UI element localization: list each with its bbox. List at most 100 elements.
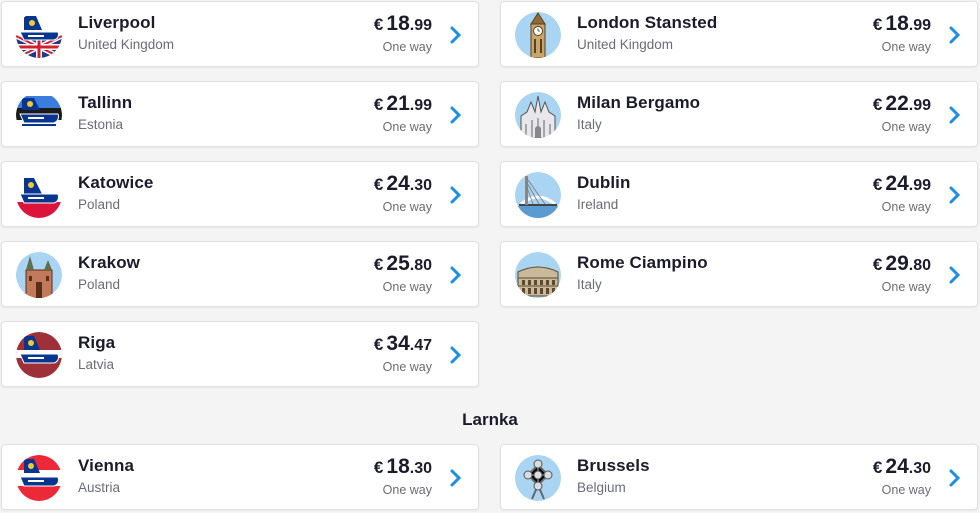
chevron-right-icon[interactable]	[947, 468, 963, 488]
flight-card-london-stansted[interactable]: London Stansted United Kingdom €18.99 On…	[500, 1, 978, 67]
chevron-right-icon[interactable]	[947, 265, 963, 285]
price-decimal: .99	[409, 17, 432, 34]
destination-country: Poland	[78, 197, 121, 212]
ryanair-plane-estonia-flag-icon	[16, 92, 62, 138]
milan-cathedral-icon	[515, 92, 561, 138]
price-integer: 24	[885, 172, 909, 195]
currency-symbol: €	[872, 175, 883, 194]
chevron-right-icon[interactable]	[947, 25, 963, 45]
destination-city: Dublin	[577, 173, 631, 192]
destination-city: Vienna	[78, 456, 135, 475]
chevron-right-icon[interactable]	[448, 105, 464, 125]
fare-price: €21.99	[374, 92, 432, 116]
price-decimal: .99	[908, 17, 931, 34]
chevron-right-icon[interactable]	[448, 345, 464, 365]
price-decimal: .30	[409, 177, 432, 194]
price-integer: 34	[386, 332, 410, 355]
fare-price: €24.30	[374, 172, 432, 196]
currency-symbol: €	[872, 95, 883, 114]
price-integer: 18	[386, 12, 410, 35]
price-integer: 21	[386, 92, 410, 115]
flight-card-dublin[interactable]: Dublin Ireland €24.99 One way	[500, 161, 978, 227]
destination-city: Brussels	[577, 456, 650, 475]
krakow-church-icon	[16, 252, 62, 298]
destination-city: Tallinn	[78, 93, 133, 112]
price-integer: 24	[386, 172, 410, 195]
destination-country: Austria	[78, 480, 121, 495]
price-integer: 18	[386, 455, 410, 478]
fare-type-label: One way	[881, 40, 931, 54]
currency-symbol: €	[373, 458, 384, 477]
price-integer: 29	[885, 252, 909, 275]
price-decimal: .99	[908, 177, 931, 194]
fare-price: €25.80	[374, 252, 432, 276]
flight-card-milan-bergamo[interactable]: Milan Bergamo Italy €22.99 One way	[500, 81, 978, 147]
fare-price: €34.47	[374, 332, 432, 356]
flight-card-katowice[interactable]: Katowice Poland €24.30 One way	[1, 161, 479, 227]
ryanair-plane-austria-flag-icon	[16, 455, 62, 501]
chevron-right-icon[interactable]	[448, 468, 464, 488]
price-decimal: .30	[409, 460, 432, 477]
price-decimal: .80	[908, 257, 931, 274]
price-integer: 18	[885, 12, 909, 35]
ryanair-plane-latvia-flag-icon	[16, 332, 62, 378]
destination-country: Italy	[577, 277, 602, 292]
fare-type-label: One way	[382, 280, 432, 294]
destination-country: United Kingdom	[577, 37, 674, 52]
chevron-right-icon[interactable]	[947, 185, 963, 205]
fare-type-label: One way	[382, 483, 432, 497]
destination-country: Ireland	[577, 197, 619, 212]
fare-price: €18.99	[374, 12, 432, 36]
flight-card-krakow[interactable]: Krakow Poland €25.80 One way	[1, 241, 479, 307]
destination-city: London Stansted	[577, 13, 718, 32]
destination-city: Krakow	[78, 253, 141, 272]
destination-city: Milan Bergamo	[577, 93, 701, 112]
fare-price: €24.30	[873, 455, 931, 479]
colosseum-icon	[515, 252, 561, 298]
fare-type-label: One way	[881, 280, 931, 294]
chevron-right-icon[interactable]	[448, 265, 464, 285]
flight-card-liverpool[interactable]: Liverpool United Kingdom €18.99 One way	[1, 1, 479, 67]
atomium-icon	[515, 455, 561, 501]
currency-symbol: €	[373, 15, 384, 34]
destination-country: Latvia	[78, 357, 115, 372]
price-decimal: .80	[409, 257, 432, 274]
flight-card-tallinn[interactable]: Tallinn Estonia €21.99 One way	[1, 81, 479, 147]
flight-card-brussels[interactable]: Brussels Belgium €24.30 One way	[500, 444, 978, 510]
chevron-right-icon[interactable]	[947, 105, 963, 125]
dublin-bridge-icon	[515, 172, 561, 218]
chevron-right-icon[interactable]	[448, 25, 464, 45]
price-integer: 24	[885, 455, 909, 478]
flight-card-rome-ciampino[interactable]: Rome Ciampino Italy €29.80 One way	[500, 241, 978, 307]
fare-price: €18.99	[873, 12, 931, 36]
destination-city: Rome Ciampino	[577, 253, 708, 272]
price-decimal: .99	[409, 97, 432, 114]
fare-type-label: One way	[881, 120, 931, 134]
fare-type-label: One way	[881, 483, 931, 497]
price-decimal: .30	[908, 460, 931, 477]
currency-symbol: €	[373, 335, 384, 354]
destination-country: Belgium	[577, 480, 626, 495]
destination-country: United Kingdom	[78, 37, 175, 52]
price-integer: 25	[386, 252, 410, 275]
fare-type-label: One way	[382, 200, 432, 214]
destination-city: Riga	[78, 333, 116, 352]
fare-type-label: One way	[382, 40, 432, 54]
flight-card-riga[interactable]: Riga Latvia €34.47 One way	[1, 321, 479, 387]
fare-type-label: One way	[382, 360, 432, 374]
price-decimal: .47	[409, 337, 432, 354]
destination-country: Estonia	[78, 117, 124, 132]
currency-symbol: €	[872, 255, 883, 274]
ryanair-plane-uk-flag-icon	[16, 12, 62, 58]
currency-symbol: €	[373, 175, 384, 194]
fare-price: €24.99	[873, 172, 931, 196]
section-heading-origin: Larnka	[462, 410, 518, 429]
fare-price: €22.99	[873, 92, 931, 116]
flight-card-vienna[interactable]: Vienna Austria €18.30 One way	[1, 444, 479, 510]
fare-price: €29.80	[873, 252, 931, 276]
chevron-right-icon[interactable]	[448, 185, 464, 205]
currency-symbol: €	[872, 15, 883, 34]
destination-country: Poland	[78, 277, 121, 292]
destination-city: Liverpool	[78, 13, 156, 32]
fare-type-label: One way	[382, 120, 432, 134]
